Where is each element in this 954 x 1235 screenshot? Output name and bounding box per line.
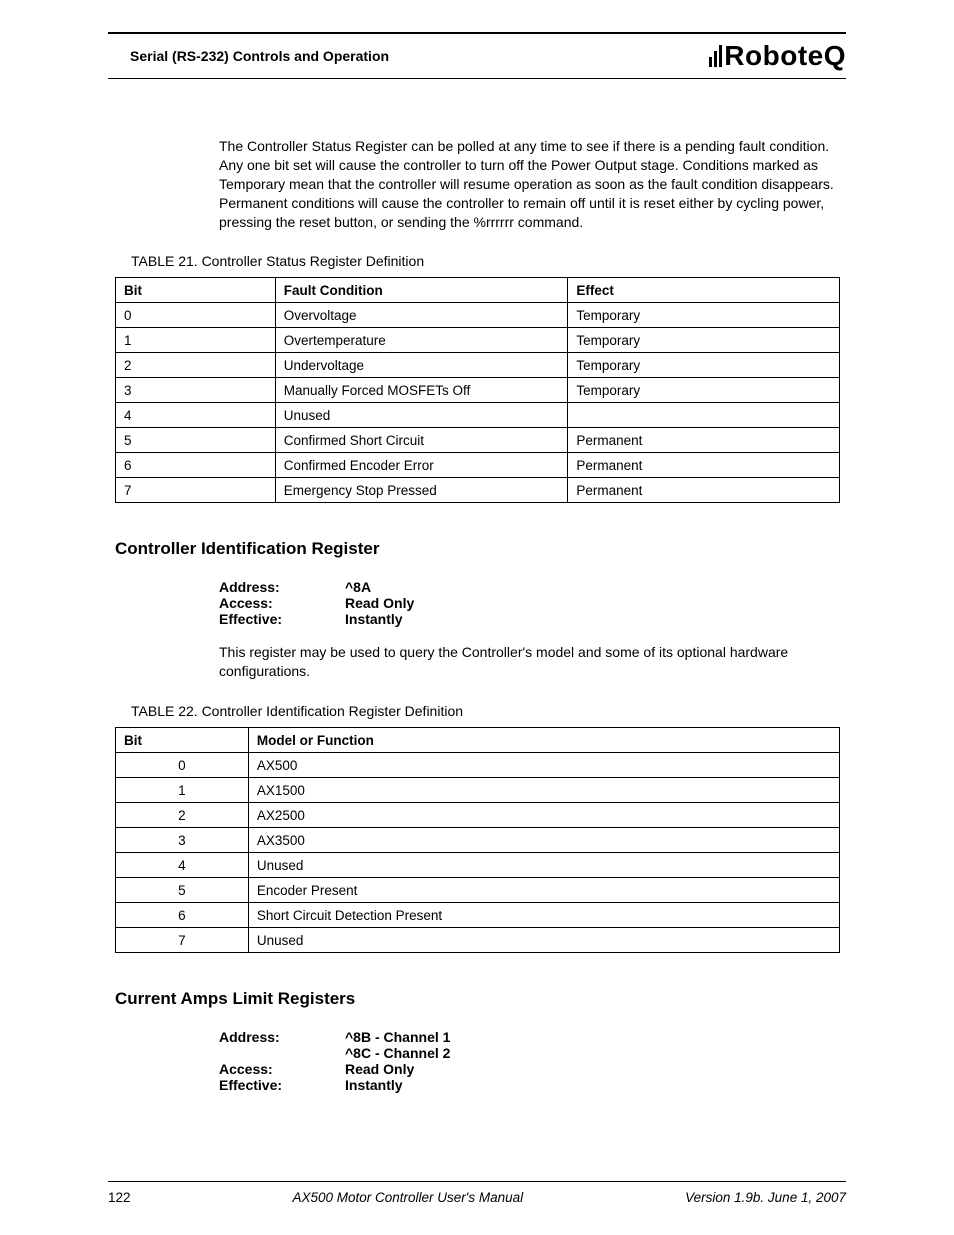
footer-version: Version 1.9b. June 1, 2007: [685, 1190, 846, 1205]
section1-paragraph: This register may be used to query the C…: [219, 643, 846, 681]
table-row: 5Confirmed Short CircuitPermanent: [116, 428, 840, 453]
page-header: Serial (RS-232) Controls and Operation R…: [108, 40, 846, 79]
table-row: 4Unused: [116, 853, 840, 878]
status-register-table: Bit Fault Condition Effect 0OvervoltageT…: [115, 277, 840, 503]
table2-caption-label: TABLE 22.: [131, 703, 202, 719]
section1-heading: Controller Identification Register: [115, 539, 846, 559]
header-title: Serial (RS-232) Controls and Operation: [130, 48, 389, 64]
table-row: 3Manually Forced MOSFETs OffTemporary: [116, 378, 840, 403]
t1-h0: Bit: [116, 278, 276, 303]
footer-page-number: 122: [108, 1190, 131, 1205]
brand-logo: RoboteQ: [709, 40, 846, 72]
t1-h1: Fault Condition: [275, 278, 568, 303]
table-row: 1OvertemperatureTemporary: [116, 328, 840, 353]
section2-heading: Current Amps Limit Registers: [115, 989, 846, 1009]
table-row: 3AX3500: [116, 828, 840, 853]
t2-h1: Model or Function: [248, 728, 839, 753]
table-row: 1AX1500: [116, 778, 840, 803]
intro-paragraph: The Controller Status Register can be po…: [219, 137, 846, 231]
table-row: 0OvervoltageTemporary: [116, 303, 840, 328]
footer-manual-title: AX500 Motor Controller User's Manual: [292, 1190, 523, 1205]
table2-caption-text: Controller Identification Register Defin…: [202, 703, 463, 719]
table1-caption-text: Controller Status Register Definition: [202, 253, 425, 269]
table-row: 4Unused: [116, 403, 840, 428]
table2-caption: TABLE 22. Controller Identification Regi…: [131, 703, 846, 719]
table1-caption: TABLE 21. Controller Status Register Def…: [131, 253, 846, 269]
table1-caption-label: TABLE 21.: [131, 253, 202, 269]
table-row: 7Unused: [116, 928, 840, 953]
identification-register-table: Bit Model or Function 0AX500 1AX1500 2AX…: [115, 727, 840, 953]
section1-kv: Address:^8A Access:Read Only Effective:I…: [219, 579, 846, 627]
section2-kv: Address:^8B - Channel 1 ^8C - Channel 2 …: [219, 1029, 846, 1093]
table-row: 5Encoder Present: [116, 878, 840, 903]
table-row: 2AX2500: [116, 803, 840, 828]
table-row: 6Confirmed Encoder ErrorPermanent: [116, 453, 840, 478]
t1-h2: Effect: [568, 278, 840, 303]
logo-text: RoboteQ: [724, 40, 846, 72]
t2-h0: Bit: [116, 728, 249, 753]
logo-bars-icon: [709, 45, 722, 67]
table-row: 0AX500: [116, 753, 840, 778]
table-row: 2UndervoltageTemporary: [116, 353, 840, 378]
table-row: 6Short Circuit Detection Present: [116, 903, 840, 928]
page-footer: 122 AX500 Motor Controller User's Manual…: [108, 1181, 846, 1205]
table-row: 7Emergency Stop PressedPermanent: [116, 478, 840, 503]
